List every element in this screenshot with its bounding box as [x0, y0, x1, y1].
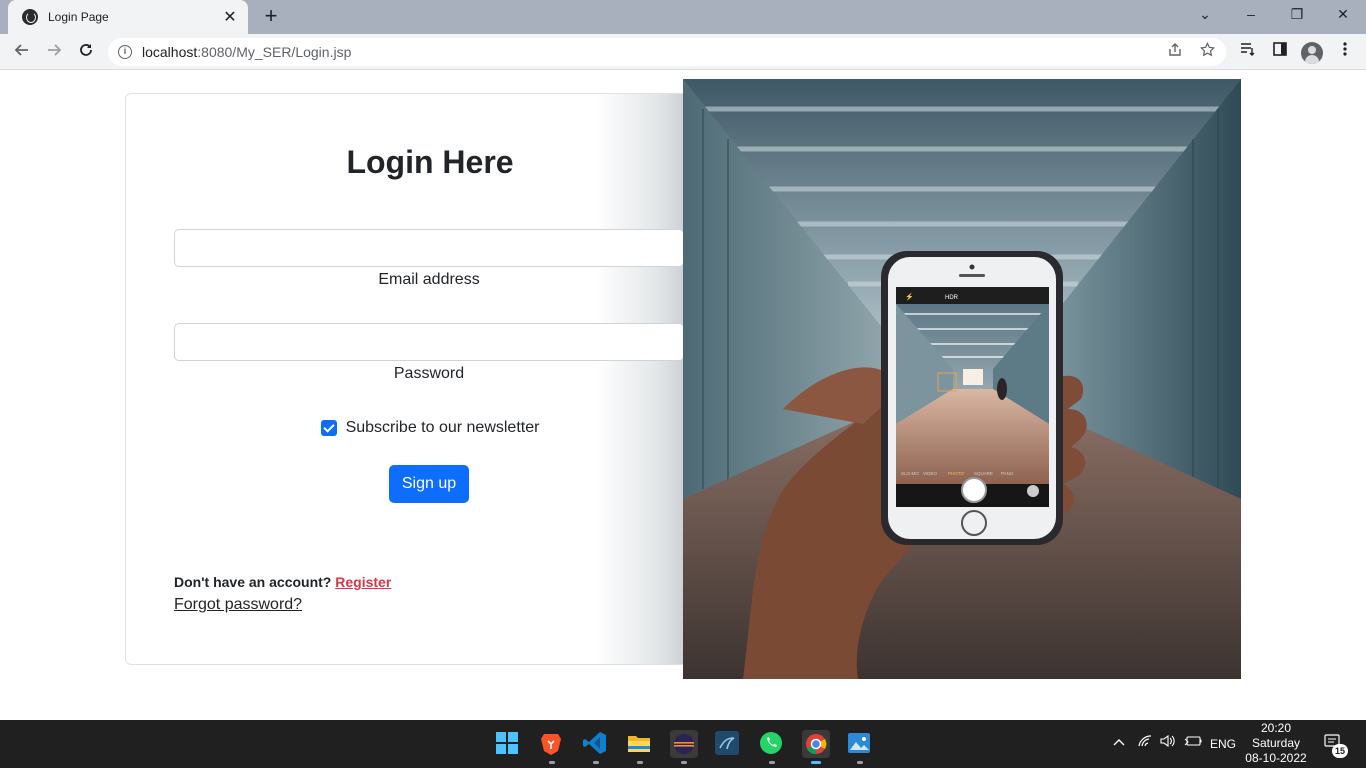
sign-up-button[interactable]: Sign up — [389, 465, 469, 503]
restore-button[interactable]: ❐ — [1274, 0, 1320, 30]
mysql-workbench-icon[interactable] — [714, 730, 742, 758]
login-heading: Login Here — [346, 144, 514, 180]
back-icon[interactable] — [10, 40, 34, 64]
active-indicator — [811, 761, 821, 764]
language-indicator[interactable]: ENG — [1210, 737, 1236, 751]
newsletter-checkbox[interactable] — [320, 420, 337, 436]
running-indicator — [593, 761, 599, 764]
clock-time: 20:20 — [1260, 721, 1292, 735]
password-label: Password — [393, 365, 465, 382]
svg-text:SQUARE: SQUARE — [974, 471, 993, 476]
tab-close-icon[interactable]: ✕ — [222, 7, 238, 27]
eclipse-icon[interactable] — [670, 730, 698, 758]
globe-icon — [22, 9, 38, 25]
svg-text:HDR: HDR — [945, 295, 959, 301]
hero-photo: ⚡ HDR SLO-MO VIDEO PHOTO SQUARE PANO — [683, 79, 1241, 679]
menu-kebab-icon[interactable] — [1333, 40, 1357, 64]
running-indicator — [857, 761, 863, 764]
svg-text:VIDEO: VIDEO — [923, 471, 938, 476]
notification-count-badge: 15 — [1332, 744, 1348, 758]
side-panel-icon[interactable] — [1268, 40, 1292, 64]
site-info-icon[interactable]: i — [118, 45, 132, 59]
svg-text:SLO-MO: SLO-MO — [901, 471, 919, 476]
battery-icon[interactable] — [1184, 735, 1202, 750]
page-content: Login Here Email address Password Subscr… — [0, 71, 1366, 720]
file-explorer-icon[interactable] — [626, 730, 654, 758]
wifi-icon[interactable] — [1138, 735, 1152, 750]
chrome-icon[interactable] — [802, 730, 830, 758]
share-icon[interactable] — [1164, 41, 1186, 63]
windows-start-icon[interactable] — [494, 730, 522, 758]
reading-list-icon[interactable] — [1236, 40, 1260, 64]
running-indicator — [637, 761, 643, 764]
no-account-label: Don't have an account? — [174, 574, 332, 590]
close-window-button[interactable]: ✕ — [1320, 0, 1366, 30]
chevron-up-icon[interactable] — [1113, 735, 1125, 750]
login-card: Login Here Email address Password Subscr… — [125, 93, 733, 665]
password-input[interactable] — [174, 323, 684, 361]
email-input[interactable] — [174, 229, 684, 267]
profile-avatar-icon[interactable] — [1301, 42, 1323, 64]
clock-date: 08-10-2022 — [1245, 751, 1307, 765]
svg-text:PHOTO: PHOTO — [948, 471, 964, 476]
clock-day: Saturday — [1251, 736, 1301, 750]
bookmark-star-icon[interactable] — [1196, 41, 1218, 63]
volume-icon[interactable] — [1160, 734, 1176, 750]
url-path: :8080/My_SER/Login.jsp — [197, 44, 352, 60]
reload-icon[interactable] — [74, 40, 98, 64]
tab-title: Login Page — [48, 10, 109, 24]
newsletter-label[interactable]: Subscribe to our newsletter — [346, 419, 540, 437]
url-host: localhost — [142, 44, 198, 60]
running-indicator — [769, 761, 775, 764]
address-bar[interactable]: i localhost:8080/My_SER/Login.jsp — [108, 38, 1226, 66]
browser-tab-strip: Login Page ✕ + ⌄ – ❐ ✕ — [0, 0, 1366, 34]
vscode-icon[interactable] — [582, 730, 610, 758]
newsletter-row: Subscribe to our newsletter — [126, 419, 732, 437]
svg-text:⚡: ⚡ — [905, 292, 914, 301]
no-account-text: Don't have an account? Register — [174, 574, 391, 590]
running-indicator — [549, 761, 555, 764]
new-tab-button[interactable]: + — [258, 4, 284, 30]
browser-toolbar: i localhost:8080/My_SER/Login.jsp — [0, 34, 1366, 70]
tab-search-icon[interactable]: ⌄ — [1182, 0, 1228, 30]
system-clock[interactable]: 20:20 Saturday 08-10-2022 — [1238, 721, 1314, 766]
photos-icon[interactable] — [846, 730, 874, 758]
minimize-button[interactable]: – — [1228, 0, 1274, 30]
svg-text:PANO: PANO — [1001, 471, 1014, 476]
forward-icon[interactable] — [42, 40, 66, 64]
brave-browser-icon[interactable] — [538, 730, 566, 758]
running-indicator — [681, 761, 687, 764]
register-link[interactable]: Register — [335, 574, 391, 590]
browser-tab[interactable]: Login Page ✕ — [8, 0, 248, 34]
email-label: Email address — [378, 271, 480, 288]
forgot-password-link[interactable]: Forgot password? — [174, 596, 302, 614]
whatsapp-icon[interactable] — [758, 730, 786, 758]
